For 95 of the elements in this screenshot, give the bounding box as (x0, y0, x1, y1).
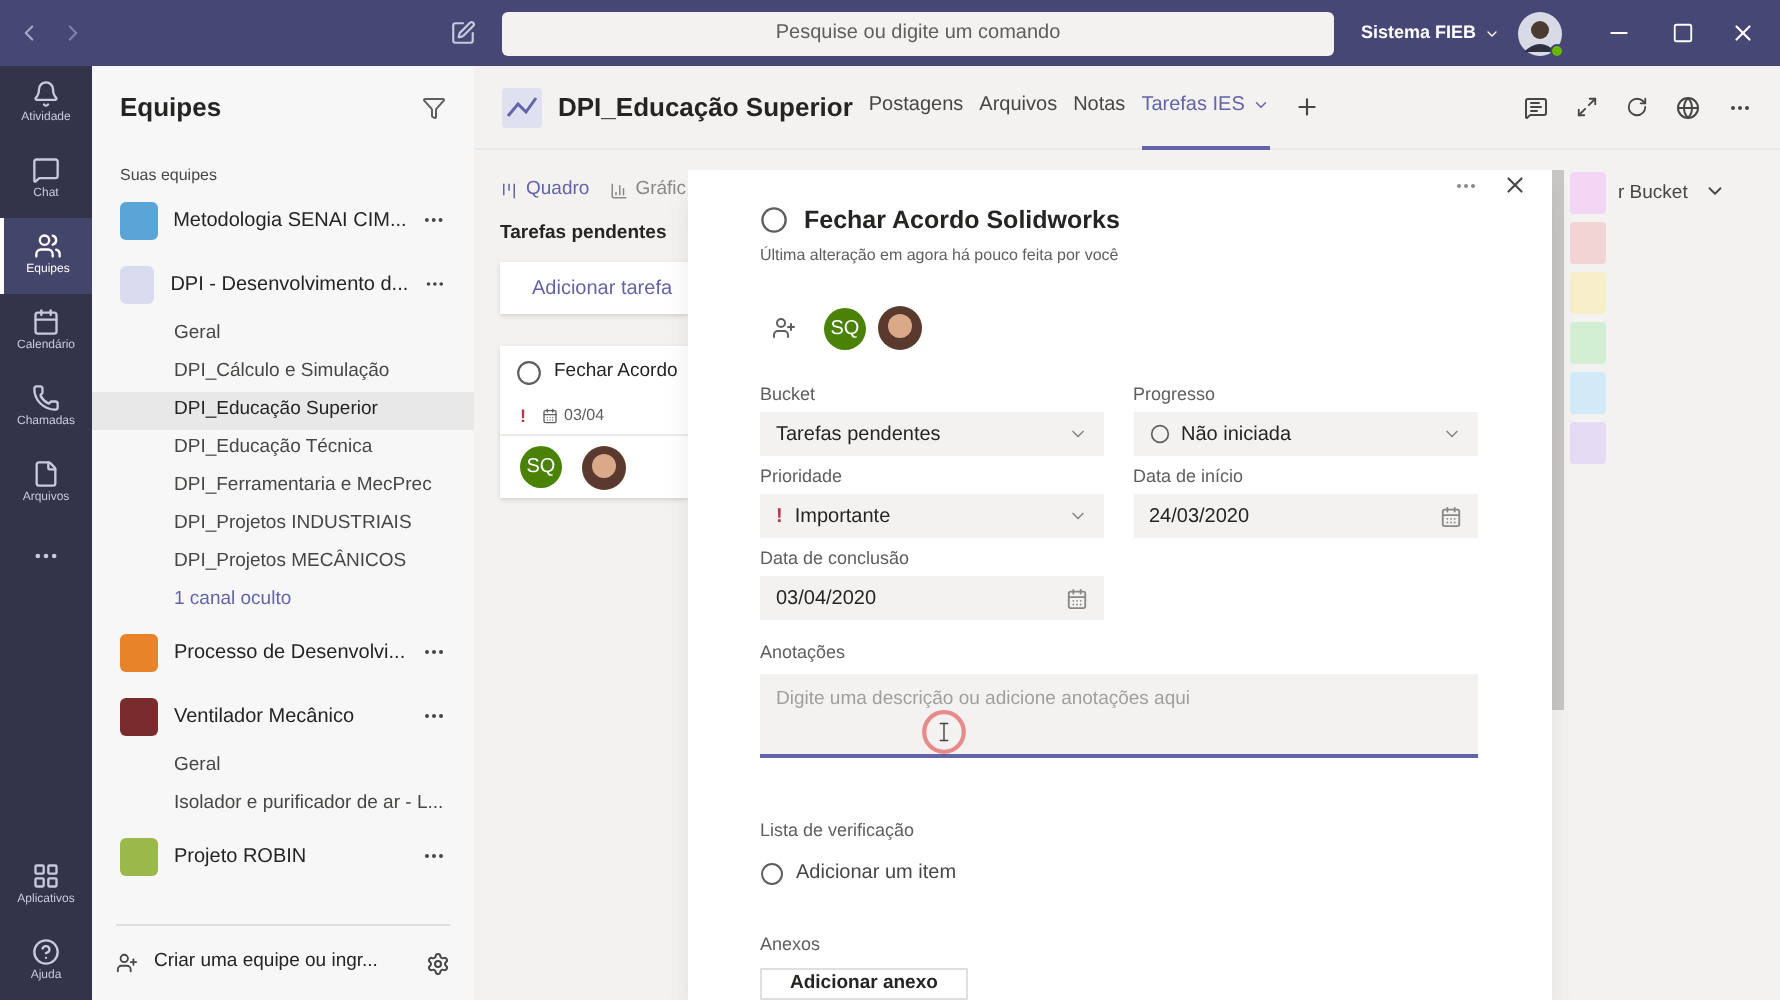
section-label: Suas equipes (118, 164, 219, 188)
channel-item[interactable]: DPI_Educação Técnica (92, 430, 474, 468)
filter-icon[interactable] (422, 96, 446, 120)
close-icon[interactable] (1730, 20, 1756, 46)
task-title: Fechar Acordo Solidworks (804, 203, 1120, 237)
org-switcher[interactable]: Sistema FIEB (1360, 19, 1500, 47)
field-label: Data de conclusão (760, 546, 912, 571)
expand-icon[interactable] (1576, 96, 1598, 118)
assign-icon[interactable] (772, 316, 796, 341)
calendar-icon (1066, 587, 1088, 610)
calendar-icon (1439, 505, 1461, 528)
notes-field[interactable]: Digite uma descrição ou adicione anotações aqui (760, 673, 1478, 758)
view-tab[interactable]: Quadro (500, 175, 590, 205)
field-label: Data de início (1133, 464, 1246, 489)
team-item[interactable]: Ventilador Mecânico (92, 684, 474, 748)
field-label: Bucket (760, 382, 818, 407)
label-swatch[interactable] (1570, 272, 1606, 314)
checklist-circle-icon (760, 861, 784, 886)
complete-checkbox-icon[interactable] (760, 205, 788, 234)
avatar-initials: SQ (824, 307, 866, 350)
hidden-channels-link[interactable]: 1 canal oculto (174, 586, 292, 616)
field-label: Prioridade (760, 464, 845, 489)
due-date: 03/04 (564, 404, 605, 429)
help-icon (32, 938, 60, 966)
board-icon (500, 181, 518, 199)
channel-tab[interactable]: Notas (1073, 65, 1126, 149)
channel-item[interactable]: Geral (92, 748, 474, 786)
field-label: Lista de verificação (760, 817, 917, 844)
globe-icon[interactable] (1676, 95, 1700, 119)
circle-icon (1149, 424, 1169, 445)
settings-icon[interactable] (426, 951, 450, 975)
task-subtitle: Última alteração em agora há pouco feita por você (760, 244, 1121, 269)
field[interactable]: ! Importante (760, 494, 1104, 539)
chart-logo-icon (502, 87, 542, 127)
apps-icon (32, 862, 60, 890)
channel-item[interactable]: DPI_Projetos MECÂNICOS (92, 544, 474, 582)
team-item[interactable]: DPI - Desenvolvimento d... (92, 252, 474, 316)
compose-icon[interactable] (450, 20, 476, 46)
field-label: Anotações (760, 640, 848, 667)
channel-title: DPI_Educação Superior (558, 89, 853, 126)
field-label: Anexos (760, 932, 823, 959)
channel-item[interactable]: DPI_Educação Superior (92, 392, 474, 430)
field-label: Progresso (1133, 382, 1218, 407)
label-swatch[interactable] (1570, 372, 1606, 414)
bar-chart-icon (609, 181, 628, 199)
people-icon (34, 232, 62, 260)
chat-icon (32, 156, 60, 184)
avatar-icon (582, 445, 626, 490)
team-item[interactable]: Processo de Desenvolvi... (92, 620, 474, 684)
file-icon (32, 460, 60, 488)
calendar-icon (32, 308, 60, 336)
label-swatch[interactable] (1570, 422, 1606, 464)
label-swatch[interactable] (1570, 222, 1606, 264)
create-team-icon (116, 952, 138, 974)
conversation-icon[interactable] (1524, 95, 1548, 119)
label-swatch[interactable] (1570, 322, 1606, 364)
channel-tab[interactable]: Arquivos (979, 65, 1058, 149)
add-tab-icon[interactable] (1294, 94, 1321, 120)
field[interactable]: Tarefas pendentes (760, 412, 1104, 457)
avatar-icon (878, 306, 922, 351)
channel-item[interactable]: Geral (92, 316, 474, 354)
field[interactable]: 24/03/2020 (1133, 494, 1477, 539)
complete-checkbox-icon[interactable] (516, 359, 542, 386)
channel-item[interactable]: DPI_Cálculo e Simulação (92, 354, 474, 392)
card-title: Fechar Acordo (554, 358, 678, 387)
group-by-dropdown[interactable]: r Bucket (1618, 180, 1726, 1000)
channel-tab[interactable]: Tarefas IES (1141, 65, 1271, 149)
priority-mark: ! (520, 403, 526, 429)
field[interactable]: 03/04/2020 (760, 576, 1104, 621)
bell-icon (32, 80, 60, 108)
label-swatch[interactable] (1570, 172, 1606, 214)
add-checklist-item[interactable]: Adicionar um item (796, 858, 957, 889)
field[interactable]: Não iniciada (1133, 412, 1477, 457)
cursor-highlight-icon (920, 707, 968, 756)
search-field[interactable]: Pesquise ou digite um comando (502, 11, 1334, 55)
calendar-icon (542, 408, 558, 425)
channel-item[interactable]: DPI_Ferramentaria e MecPrec (92, 468, 474, 506)
channel-item[interactable]: Isolador e purificador de ar - L... (92, 786, 474, 824)
team-item[interactable]: Metodologia SENAI CIM... (92, 188, 474, 252)
refresh-icon[interactable] (1626, 96, 1648, 118)
team-item[interactable]: Projeto ROBIN (92, 824, 474, 888)
avatar-icon[interactable] (1518, 11, 1562, 55)
channel-tab[interactable]: Postagens (868, 65, 964, 149)
avatar-initials: SQ (520, 446, 562, 489)
add-task-button[interactable]: Adicionar tarefa (500, 262, 688, 315)
add-attachment-button[interactable]: Adicionar anexo (760, 967, 968, 1000)
chevron-down-icon (1252, 96, 1271, 114)
task-card[interactable]: Fechar Acordo ! 03/04 SQ (500, 346, 688, 499)
close-icon[interactable] (1502, 172, 1528, 199)
create-team-link[interactable]: Criar uma equipe ou ingr... (154, 948, 378, 978)
channel-item[interactable]: DPI_Projetos INDUSTRIAIS (92, 506, 474, 544)
maximize-icon[interactable] (1672, 22, 1694, 44)
phone-icon (32, 384, 60, 412)
sidebar-title: Equipes (120, 90, 222, 127)
column-title: Tarefas pendentes (500, 220, 669, 248)
